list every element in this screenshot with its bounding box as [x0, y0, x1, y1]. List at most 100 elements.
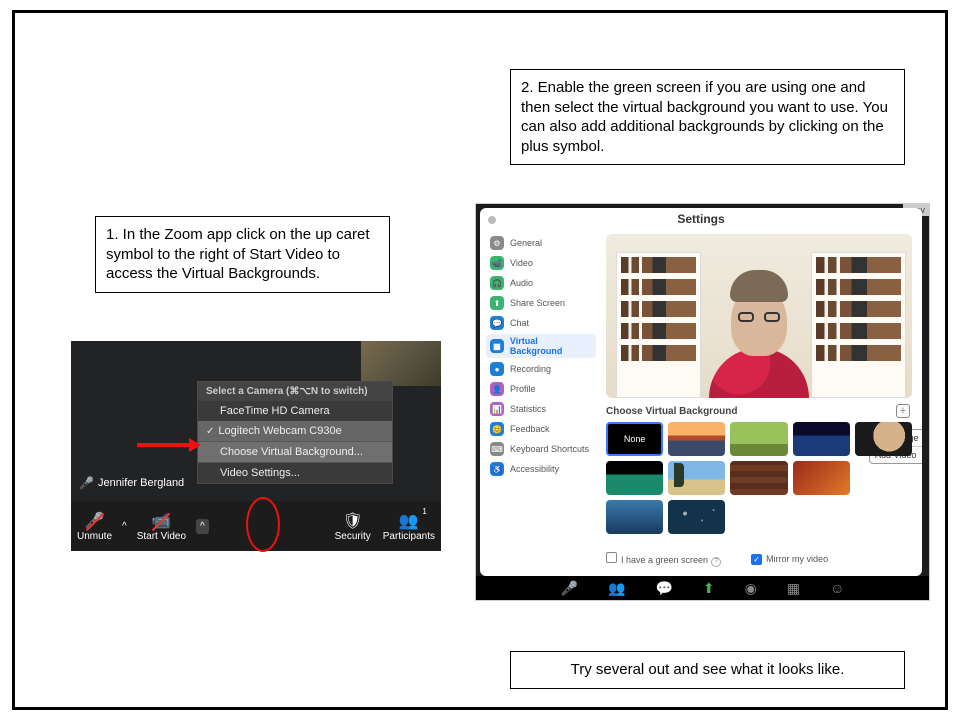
- settings-sidebar-item[interactable]: ⬆Share Screen: [486, 294, 596, 312]
- participants-button[interactable]: 👥1 Participants: [377, 511, 441, 542]
- add-background-plus-button[interactable]: +: [896, 404, 910, 418]
- security-button[interactable]: 🛡 Security: [329, 511, 377, 542]
- sidebar-item-label: Feedback: [510, 424, 550, 434]
- zoom-bottom-toolbar: 🎤 Unmute ^ 📹 Start Video ^ 🛡 Security 👥1…: [71, 501, 441, 551]
- settings-sidebar-item[interactable]: 😊 Feedback: [486, 420, 596, 438]
- checked-box-icon: ✓: [751, 554, 762, 565]
- vb-thumb-grass[interactable]: [730, 422, 787, 456]
- sidebar-item-icon: 📹: [490, 256, 504, 270]
- sidebar-item-icon: 🎧: [490, 276, 504, 290]
- camera-option-logitech-label: Logitech Webcam C930e: [218, 425, 341, 437]
- zoom-settings-screenshot: prev Settings ⚙General📹Video🎧Audio⬆Share…: [475, 203, 930, 601]
- tb-record-icon[interactable]: ◉: [745, 580, 757, 597]
- step-2-text: 2. Enable the green screen if you are us…: [521, 79, 888, 155]
- shield-icon: 🛡: [343, 511, 363, 531]
- participants-label: Participants: [383, 531, 435, 542]
- sidebar-item-label: Statistics: [510, 404, 546, 414]
- settings-sidebar-item[interactable]: 👤 Profile: [486, 380, 596, 398]
- help-icon[interactable]: ?: [711, 557, 721, 567]
- muted-mic-icon: 🎤: [79, 476, 94, 490]
- settings-sidebar-item[interactable]: ♿ Accessibility: [486, 460, 596, 478]
- vb-thumb-earth[interactable]: [855, 422, 912, 456]
- video-settings-label: Video Settings...: [220, 467, 300, 479]
- sidebar-item-label: Recording: [510, 364, 551, 374]
- camera-option-facetime-label: FaceTime HD Camera: [220, 405, 330, 417]
- audio-caret-icon[interactable]: ^: [122, 521, 127, 532]
- settings-sidebar-item[interactable]: ⌨Keyboard Shortcuts: [486, 440, 596, 458]
- tb-chat-icon[interactable]: 💬: [655, 580, 672, 597]
- sidebar-item-label: Profile: [510, 384, 536, 394]
- vb-thumbnail-grid: None: [606, 422, 912, 534]
- step-3-box: Try several out and see what it looks li…: [510, 651, 905, 689]
- vb-thumb-brick[interactable]: [730, 461, 787, 495]
- vb-thumb-bridge[interactable]: [668, 422, 725, 456]
- tb-participants-icon[interactable]: 👥: [608, 580, 625, 597]
- tb-reactions-icon[interactable]: ☺: [830, 580, 844, 596]
- sidebar-item-icon: ⌨: [490, 442, 504, 456]
- start-video-button[interactable]: 📹 Start Video: [131, 511, 192, 542]
- settings-window: Settings ⚙General📹Video🎧Audio⬆Share Scre…: [480, 208, 922, 576]
- participants-icon: 👥1: [399, 511, 419, 531]
- vb-thumb-blank1[interactable]: [855, 461, 912, 495]
- choose-virtual-background-item[interactable]: Choose Virtual Background...: [198, 442, 392, 462]
- tb-apps-icon[interactable]: ▦: [787, 580, 800, 597]
- sidebar-item-icon: 😊: [490, 422, 504, 436]
- settings-sidebar: ⚙General 📹 Video 🎧 Audio ⬆Share Screen 💬Chat ▦V…: [486, 234, 596, 478]
- vb-thumb-blank2[interactable]: [730, 500, 787, 534]
- vb-thumb-aurora[interactable]: [606, 461, 663, 495]
- red-arrow-annotation: [137, 443, 192, 447]
- page-frame: 1. In the Zoom app click on the up caret…: [12, 10, 948, 710]
- sidebar-item-label: General: [510, 238, 542, 248]
- sidebar-item-icon: 👤: [490, 382, 504, 396]
- video-caret-icon[interactable]: ^: [196, 519, 209, 534]
- participants-count: 1: [422, 507, 426, 516]
- sidebar-item-icon: ⬆: [490, 296, 504, 310]
- sidebar-item-label: Chat: [510, 318, 529, 328]
- settings-sidebar-item[interactable]: ● Recording: [486, 360, 596, 378]
- vb-thumb-stars[interactable]: [668, 500, 725, 534]
- green-screen-checkbox[interactable]: I have a green screen?: [606, 552, 721, 567]
- choose-vb-title: Choose Virtual Background: [606, 406, 738, 417]
- zoom-toolbar-screenshot: Select a Camera (⌘⌥N to switch) FaceTime…: [71, 341, 441, 551]
- sidebar-item-label: Video: [510, 258, 533, 268]
- settings-sidebar-item[interactable]: 📹 Video: [486, 254, 596, 272]
- sidebar-item-icon: ♿: [490, 462, 504, 476]
- sidebar-item-icon: ▦: [490, 339, 504, 353]
- vb-none-label: None: [624, 434, 646, 444]
- bookshelf-left: [616, 252, 701, 398]
- sidebar-item-icon: ●: [490, 362, 504, 376]
- video-settings-item[interactable]: Video Settings...: [198, 463, 392, 483]
- video-camera-icon: 📹: [151, 511, 171, 531]
- security-label: Security: [335, 531, 371, 542]
- camera-select-menu: Select a Camera (⌘⌥N to switch) FaceTime…: [197, 381, 393, 484]
- vb-thumb-ocean[interactable]: [606, 500, 663, 534]
- unmute-button[interactable]: 🎤 Unmute: [71, 511, 118, 542]
- microphone-icon: 🎤: [85, 511, 105, 531]
- bookshelf-right: [811, 252, 906, 398]
- mirror-video-checkbox[interactable]: ✓ Mirror my video: [751, 554, 828, 565]
- mirror-label: Mirror my video: [766, 554, 828, 564]
- unchecked-box-icon: [606, 552, 617, 563]
- step-2-box: 2. Enable the green screen if you are us…: [510, 69, 905, 165]
- settings-sidebar-item[interactable]: 🎧 Audio: [486, 274, 596, 292]
- camera-option-facetime[interactable]: FaceTime HD Camera: [198, 401, 392, 421]
- vb-thumb-space[interactable]: [793, 422, 850, 456]
- tb-share-icon[interactable]: ⬆: [703, 580, 715, 597]
- sidebar-item-icon: 📊: [490, 402, 504, 416]
- camera-option-logitech[interactable]: ✓Logitech Webcam C930e: [198, 421, 392, 441]
- step-1-box: 1. In the Zoom app click on the up caret…: [95, 216, 390, 293]
- sidebar-item-label: Accessibility: [510, 464, 559, 474]
- step-1-text: 1. In the Zoom app click on the up caret…: [106, 226, 369, 282]
- vb-thumb-fire[interactable]: [793, 461, 850, 495]
- sidebar-item-label: Audio: [510, 278, 533, 288]
- vb-none[interactable]: None: [606, 422, 663, 456]
- settings-sidebar-item[interactable]: ⚙General: [486, 234, 596, 252]
- video-thumbnail-bg: [361, 341, 441, 386]
- tb-mic-icon[interactable]: 🎤: [561, 580, 578, 597]
- settings-sidebar-item[interactable]: ▦Virtual Background: [486, 334, 596, 358]
- settings-sidebar-item[interactable]: 💬Chat: [486, 314, 596, 332]
- vb-thumb-beach[interactable]: [668, 461, 725, 495]
- settings-sidebar-item[interactable]: 📊 Statistics: [486, 400, 596, 418]
- presenter-name: 🎤 Jennifer Bergland: [79, 476, 184, 490]
- zoom-main-toolbar: 🎤 👥 💬 ⬆ ◉ ▦ ☺: [476, 576, 929, 600]
